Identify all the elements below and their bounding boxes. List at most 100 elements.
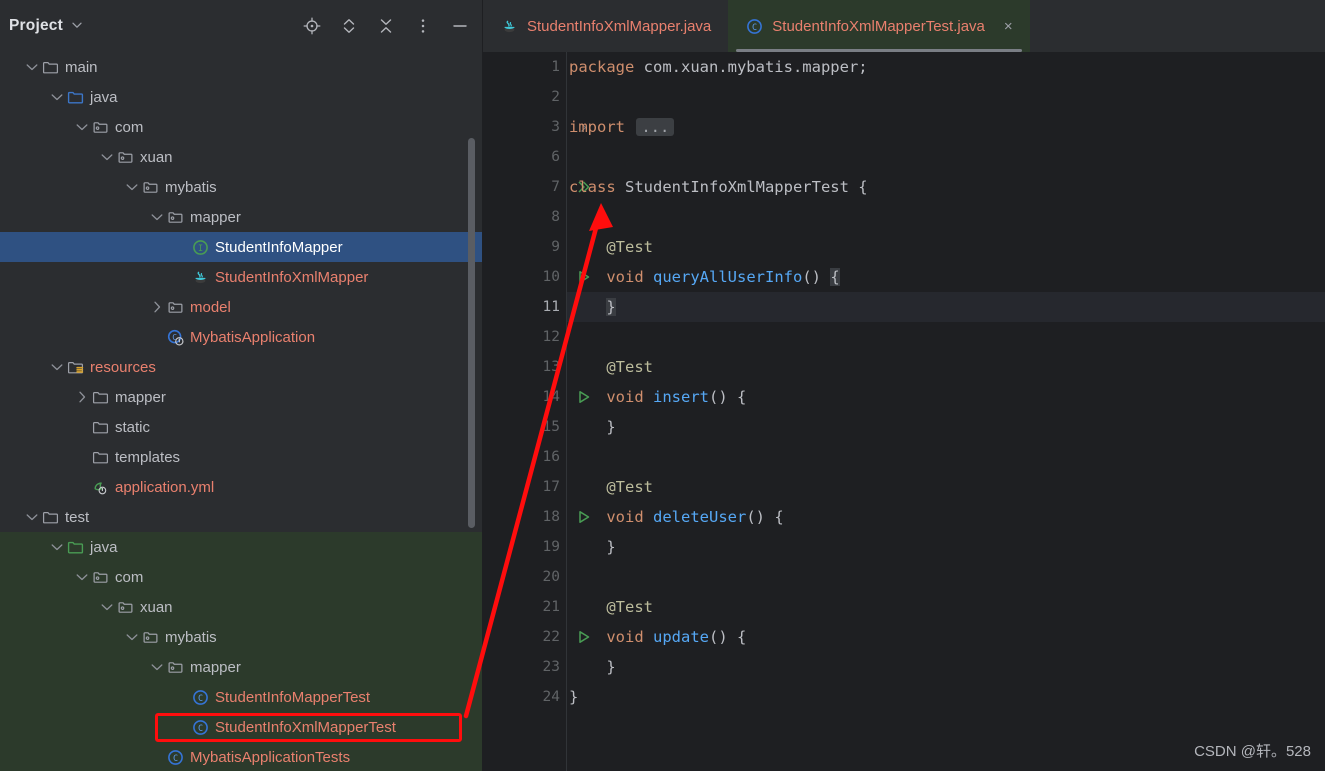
chevron-right-icon[interactable] (73, 382, 90, 412)
editor-gutter[interactable]: 1 2 3 6 7 8 9 10 11 12 13 14 15 16 17 18 19 20 21 22 23 24 (483, 52, 590, 771)
tree-node-label: StudentInfoMapperTest (215, 688, 371, 706)
tree-node-mybatisapplication[interactable]: C MybatisApplication (0, 322, 483, 352)
code-line[interactable]: @Test (567, 592, 1325, 622)
chevron-down-icon[interactable] (148, 652, 165, 682)
tree-node-studentinfomapper[interactable]: I StudentInfoMapper (0, 232, 483, 262)
code-line[interactable] (567, 562, 1325, 592)
tree-node-mybatis[interactable]: mybatis (0, 622, 483, 652)
code-line[interactable] (567, 322, 1325, 352)
code-content[interactable]: package com.xuan.mybatis.mapper; import .… (567, 52, 1325, 771)
tree-node-com[interactable]: com (0, 112, 483, 142)
code-line[interactable]: void deleteUser() { (567, 502, 1325, 532)
editor-tab-2[interactable]: C StudentInfoXmlMapperTest.java × (728, 0, 1030, 52)
code-editor[interactable]: 1 2 3 6 7 8 9 10 11 12 13 14 15 16 17 18 19 20 21 22 23 24 pa… (483, 52, 1325, 771)
tree-node-mapper[interactable]: mapper (0, 652, 483, 682)
code-line[interactable]: } (567, 682, 1325, 712)
chevron-down-icon[interactable] (23, 52, 40, 82)
code-line[interactable]: } (567, 652, 1325, 682)
code-line[interactable]: void queryAllUserInfo() { (567, 262, 1325, 292)
code-line[interactable]: } (567, 412, 1325, 442)
chevron-down-icon[interactable] (48, 352, 65, 382)
tree-node-xuan[interactable]: xuan (0, 142, 483, 172)
code-line[interactable] (567, 142, 1325, 172)
package-icon (115, 599, 135, 616)
tree-node-mybatis[interactable]: mybatis (0, 172, 483, 202)
code-line[interactable]: @Test (567, 472, 1325, 502)
chevron-down-icon[interactable] (48, 532, 65, 562)
code-line[interactable]: void update() { (567, 622, 1325, 652)
tree-node-test[interactable]: test (0, 502, 483, 532)
tree-node-label: templates (115, 448, 181, 466)
project-panel-header: Project (0, 0, 483, 52)
tree-node-studentinfoxmlmappertest[interactable]: C StudentInfoXmlMapperTest (0, 712, 483, 742)
tree-twist-placeholder (148, 322, 165, 352)
tree-node-static[interactable]: static (0, 412, 483, 442)
tree-node-java[interactable]: java (0, 532, 483, 562)
code-line[interactable]: } (567, 292, 1325, 322)
locate-target-icon[interactable] (303, 17, 321, 35)
project-tree[interactable]: main java com xuan mybatis mapper I StudentInfo… (0, 52, 483, 771)
chevron-down-icon[interactable] (98, 142, 115, 172)
chevron-down-icon[interactable] (23, 502, 40, 532)
tree-node-mapper[interactable]: mapper (0, 202, 483, 232)
chevron-down-icon[interactable] (148, 202, 165, 232)
code-line[interactable]: } (567, 532, 1325, 562)
tree-node-label: resources (90, 358, 156, 376)
tree-node-studentinfomappertest[interactable]: C StudentInfoMapperTest (0, 682, 483, 712)
code-line[interactable]: @Test (567, 232, 1325, 262)
tree-node-java[interactable]: java (0, 82, 483, 112)
svg-text:C: C (197, 723, 202, 733)
code-token: queryAllUserInfo (653, 268, 803, 286)
code-token: @Test (606, 598, 653, 616)
class-icon: C (745, 17, 763, 35)
code-line[interactable]: void insert() { (567, 382, 1325, 412)
code-line[interactable]: package com.xuan.mybatis.mapper; (567, 52, 1325, 82)
line-number: 9 (551, 239, 560, 255)
editor-tab-1[interactable]: StudentInfoXmlMapper.java (483, 0, 728, 52)
tree-node-application-yml[interactable]: application.yml (0, 472, 483, 502)
tree-node-studentinfoxmlmapper[interactable]: StudentInfoXmlMapper (0, 262, 483, 292)
chevron-down-icon[interactable] (73, 112, 90, 142)
collapse-all-icon[interactable] (377, 17, 395, 35)
tree-node-mybatisapplicationtests[interactable]: C MybatisApplicationTests (0, 742, 483, 771)
chevron-down-icon[interactable] (48, 82, 65, 112)
code-line[interactable]: class StudentInfoXmlMapperTest { (567, 172, 1325, 202)
tree-node-templates[interactable]: templates (0, 442, 483, 472)
code-line[interactable]: import ... (567, 112, 1325, 142)
chevron-down-icon[interactable] (123, 622, 140, 652)
tree-node-main[interactable]: main (0, 52, 483, 82)
tree-node-label: application.yml (115, 478, 215, 496)
project-panel-scrollbar[interactable] (468, 138, 475, 528)
minimize-icon[interactable] (451, 17, 469, 35)
tree-node-model[interactable]: model (0, 292, 483, 322)
tree-node-xuan[interactable]: xuan (0, 592, 483, 622)
code-line[interactable]: @Test (567, 352, 1325, 382)
tree-node-label: mybatis (165, 628, 217, 646)
code-token: package (569, 58, 644, 76)
tree-node-com[interactable]: com (0, 562, 483, 592)
code-line[interactable] (567, 82, 1325, 112)
chevron-down-icon[interactable] (71, 19, 83, 33)
close-icon[interactable]: × (1004, 19, 1013, 34)
chevron-down-icon[interactable] (73, 562, 90, 592)
line-number: 2 (551, 89, 560, 105)
more-options-icon[interactable] (414, 17, 432, 35)
tree-node-resources[interactable]: resources (0, 352, 483, 382)
code-line[interactable] (567, 202, 1325, 232)
tree-node-mapper[interactable]: mapper (0, 382, 483, 412)
code-token: void (606, 508, 653, 526)
expand-all-icon[interactable] (340, 17, 358, 35)
chevron-down-icon[interactable] (123, 172, 140, 202)
code-line[interactable] (567, 442, 1325, 472)
chevron-down-icon[interactable] (98, 592, 115, 622)
code-token: com.xuan.mybatis.mapper; (643, 58, 868, 76)
code-token: StudentInfoXmlMapperTest (625, 178, 849, 196)
resources-folder-icon (65, 359, 85, 376)
chevron-right-icon[interactable] (148, 292, 165, 322)
